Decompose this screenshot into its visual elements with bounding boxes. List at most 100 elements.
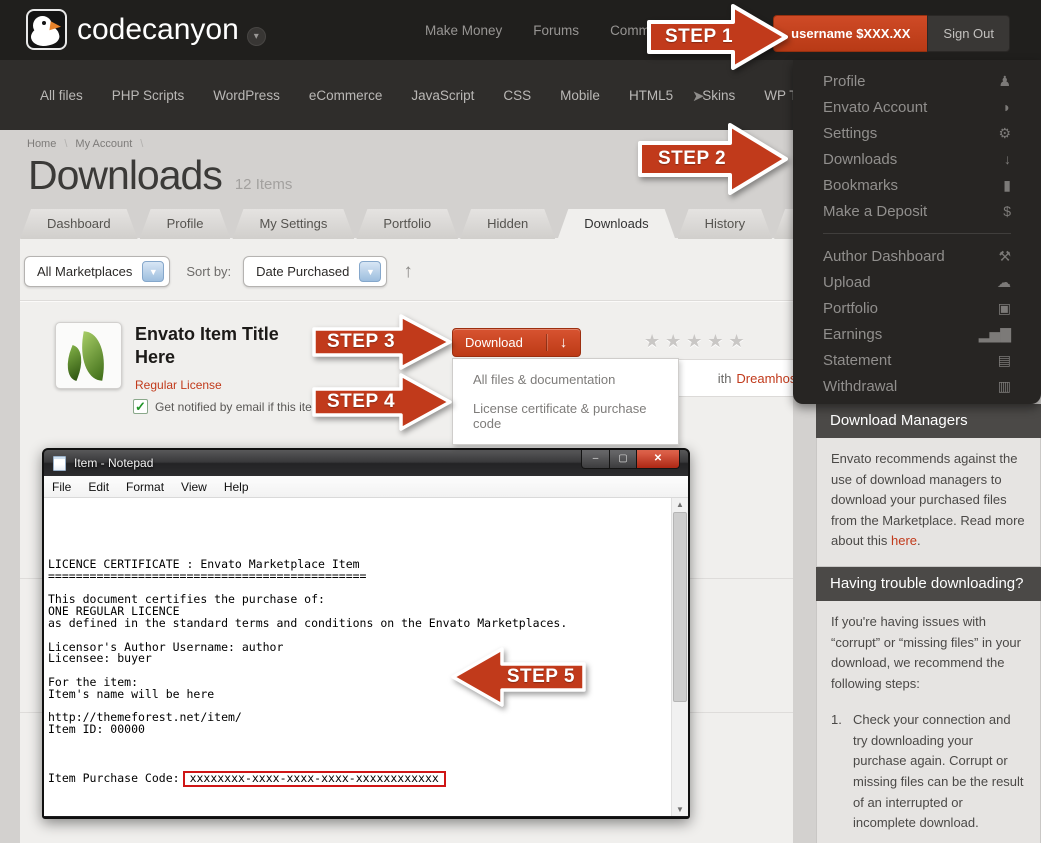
close-button[interactable]: ✕ — [637, 450, 680, 469]
notepad-menu-item[interactable]: Help — [224, 480, 249, 494]
brand-name[interactable]: codecanyon — [77, 13, 239, 47]
here-link[interactable]: here — [891, 533, 917, 548]
category-nav-link[interactable]: JavaScript — [411, 88, 474, 103]
account-menu-item[interactable]: Earnings ▂▅▇ — [793, 321, 1041, 347]
tab[interactable]: Downloads — [557, 209, 675, 240]
step-number: 1. — [831, 710, 853, 833]
username-balance-button[interactable]: username $XXX.XX — [773, 15, 927, 52]
ad-text: ith — [718, 371, 732, 386]
minimize-button[interactable]: – — [581, 450, 610, 469]
step-1-label: STEP 1 — [665, 1, 733, 73]
tab[interactable]: Hidden — [460, 209, 555, 239]
account-menu-label: Make a Deposit — [823, 203, 1003, 220]
sort-select[interactable]: Date Purchased ▼ — [243, 256, 387, 287]
account-menu-item[interactable]: Upload ☁ — [793, 269, 1041, 295]
step-5-arrow: STEP 5 — [450, 645, 587, 709]
category-nav-link[interactable]: CSS — [503, 88, 531, 103]
sort-direction-arrow-icon[interactable]: ↑ — [403, 261, 413, 283]
notepad-menu-item[interactable]: Format — [126, 480, 164, 494]
notepad-scrollbar[interactable]: ▲ ▼ — [671, 498, 688, 816]
gear-icon: ⚙ — [998, 125, 1011, 142]
notepad-menu-item[interactable]: View — [181, 480, 207, 494]
text-line: as defined in the standard terms and con… — [48, 618, 667, 630]
account-menu-item[interactable]: Portfolio ▣ — [793, 295, 1041, 321]
account-menu-label: Upload — [823, 274, 997, 291]
item-thumbnail[interactable] — [55, 322, 122, 389]
account-menu-label: Portfolio — [823, 300, 998, 317]
notify-row: ✓ Get notified by email if this iter — [133, 399, 316, 414]
window-controls: – ▢ ✕ — [581, 450, 680, 469]
account-menu-item[interactable]: Bookmarks ▮ — [793, 172, 1041, 198]
download-menu-item[interactable]: All files & documentation — [453, 365, 678, 394]
account-menu-item[interactable]: Profile ♟ — [793, 68, 1041, 94]
category-nav-link[interactable]: PHP Scripts — [112, 88, 185, 103]
upload-cloud-icon: ☁ — [997, 274, 1011, 291]
account-menu-item[interactable]: Author Dashboard ⚒ — [793, 243, 1041, 269]
account-menu-item[interactable]: Downloads ↓ — [793, 146, 1041, 172]
account-menu-label: Settings — [823, 125, 998, 142]
download-managers-body: Envato recommends against the use of dow… — [816, 438, 1041, 567]
envato-leaf-icon — [77, 331, 110, 381]
header-nav-link[interactable]: Forums — [533, 23, 579, 38]
banknotes-icon: ▥ — [998, 378, 1011, 395]
notepad-menu-item[interactable]: Edit — [88, 480, 109, 494]
notify-checkbox[interactable]: ✓ — [133, 399, 148, 414]
category-nav-link[interactable]: All files — [40, 88, 83, 103]
breadcrumb-link[interactable]: Home — [27, 138, 56, 150]
download-dropdown-menu: All files & documentationLicense certifi… — [452, 358, 679, 445]
sign-out-button[interactable]: Sign Out — [927, 15, 1010, 52]
having-trouble-intro: If you're having issues with “corrupt” o… — [831, 612, 1026, 694]
account-menu-item[interactable]: Statement ▤ — [793, 347, 1041, 373]
account-menu-label: Profile — [823, 73, 998, 90]
notepad-window-title: Item - Notepad — [74, 456, 153, 470]
category-nav-link[interactable]: WordPress — [213, 88, 280, 103]
account-menu-item[interactable]: Envato Account ◗ — [793, 94, 1041, 120]
step-2-arrow: STEP 2 — [636, 120, 790, 198]
tab[interactable]: Portfolio — [356, 209, 458, 239]
notepad-window: Item - Notepad – ▢ ✕ File Edit Format View H… — [42, 448, 690, 819]
brand[interactable]: codecanyon ▾ — [26, 9, 266, 50]
download-managers-box: Download Managers Envato recommends agai… — [816, 404, 1041, 567]
tab[interactable]: My Settings — [232, 209, 354, 239]
page-title: Downloads — [28, 152, 222, 199]
maximize-button[interactable]: ▢ — [610, 450, 637, 469]
notepad-titlebar[interactable]: Item - Notepad – ▢ ✕ — [44, 450, 688, 476]
download-menu-item[interactable]: License certificate & purchase code — [453, 394, 678, 438]
account-menu-item[interactable]: Make a Deposit $ — [793, 198, 1041, 224]
notepad-text-area[interactable]: LICENCE CERTIFICATE : Envato Marketplace… — [44, 498, 688, 816]
dreamhost-ad[interactable]: ith Dreamhost — [660, 359, 813, 397]
account-menu-label: Withdrawal — [823, 378, 998, 395]
dreamhost-link[interactable]: Dreamhost — [736, 371, 800, 386]
purchase-code-label: Item Purchase Code: — [48, 771, 180, 785]
brand-dropdown-icon[interactable]: ▾ — [247, 27, 266, 46]
account-menu-label: Downloads — [823, 151, 1004, 168]
download-button[interactable]: Download ↓ — [452, 328, 581, 357]
category-nav-link[interactable]: eCommerce — [309, 88, 383, 103]
scroll-down-icon[interactable]: ▼ — [672, 805, 688, 814]
item-license-link[interactable]: Regular License — [135, 378, 222, 392]
header-nav-link[interactable]: Make Money — [425, 23, 502, 38]
item-title[interactable]: Envato Item Title Here — [135, 323, 320, 368]
marketplace-select[interactable]: All Marketplaces ▼ — [24, 256, 170, 287]
purchase-code-highlight-box: xxxxxxxx-xxxx-xxxx-xxxx-xxxxxxxxxxxx — [183, 771, 446, 787]
wp-themes-arrow-icon: ➤ — [692, 87, 705, 105]
breadcrumb-link[interactable]: My Account — [75, 138, 132, 150]
scroll-up-icon[interactable]: ▲ — [672, 500, 688, 509]
tab[interactable]: History — [678, 209, 772, 239]
notepad-menu-item[interactable]: File — [52, 480, 71, 494]
marketplace-select-value: All Marketplaces — [37, 264, 132, 279]
rating-stars[interactable]: ★★★★★ — [644, 331, 750, 352]
item-count: 12 Items — [235, 176, 293, 193]
having-trouble-body: If you're having issues with “corrupt” o… — [816, 601, 1041, 843]
tab[interactable]: Profile — [140, 209, 231, 239]
scrollbar-thumb[interactable] — [673, 512, 687, 702]
category-nav-link[interactable]: HTML5 — [629, 88, 673, 103]
tab[interactable]: Dashboard — [20, 209, 138, 239]
top-header: codecanyon ▾ Make MoneyForumsCommunity u… — [0, 0, 1041, 60]
account-menu-item[interactable]: Settings ⚙ — [793, 120, 1041, 146]
category-nav-link[interactable]: Mobile — [560, 88, 600, 103]
download-arrow-icon: ↓ — [546, 334, 580, 351]
category-nav-link[interactable]: Skins — [702, 88, 735, 103]
page-title-row: Downloads 12 Items — [28, 152, 292, 199]
account-menu-item[interactable]: Withdrawal ▥ — [793, 373, 1041, 399]
